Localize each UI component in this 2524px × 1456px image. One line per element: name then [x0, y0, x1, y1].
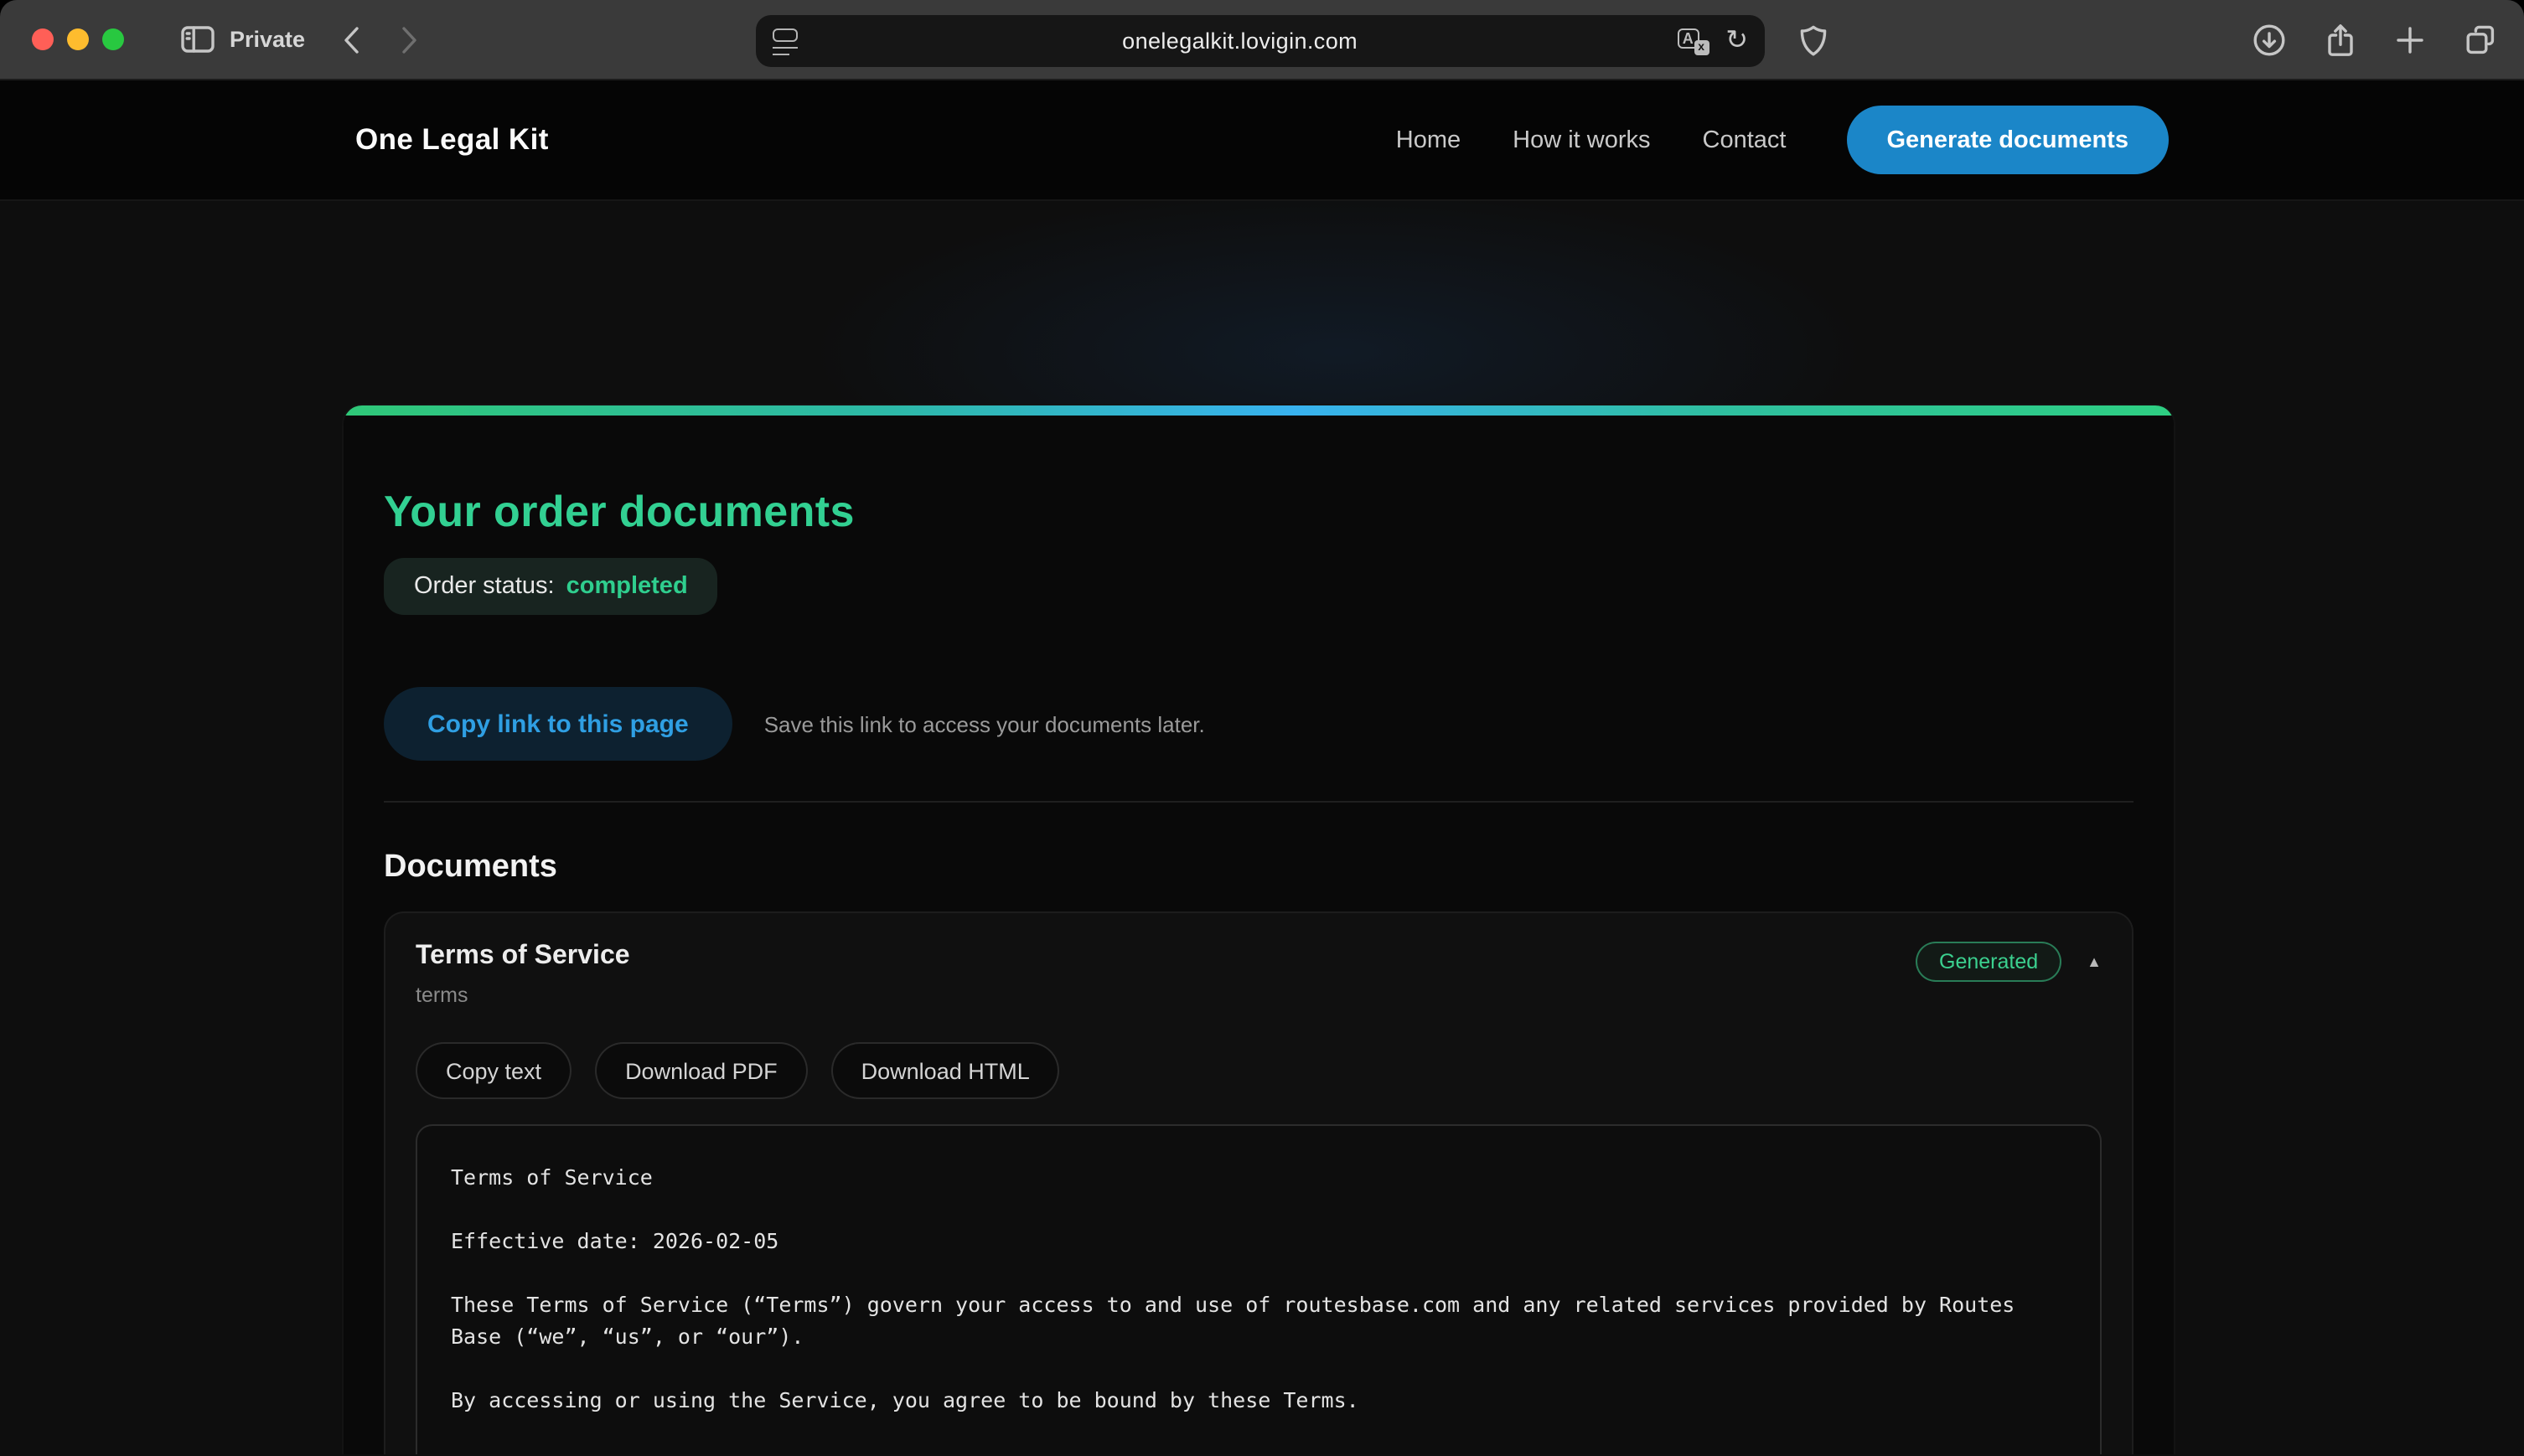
order-documents-card: Your order documents Order status: compl…: [342, 404, 2175, 1454]
browser-toolbar: Private onelegalkit.lovigin.com Ax ↻: [0, 0, 2524, 80]
private-mode-label: Private: [230, 27, 305, 52]
section-divider: [384, 801, 2134, 803]
download-html-button[interactable]: Download HTML: [831, 1042, 1060, 1099]
nav-link-how-it-works[interactable]: How it works: [1513, 126, 1650, 153]
document-text: Terms of Service Effective date: 2026-02…: [451, 1161, 2066, 1454]
copy-text-button[interactable]: Copy text: [416, 1042, 572, 1099]
download-pdf-button[interactable]: Download PDF: [595, 1042, 808, 1099]
privacy-shield-icon[interactable]: [1800, 25, 1827, 57]
sidebar-icon[interactable]: [181, 25, 215, 54]
translate-icon[interactable]: Ax: [1677, 28, 1709, 54]
nav-link-contact[interactable]: Contact: [1703, 126, 1787, 153]
copy-link-hint: Save this link to access your documents …: [764, 711, 1205, 736]
page-settings-icon[interactable]: [773, 28, 803, 54]
browser-window: Private onelegalkit.lovigin.com Ax ↻: [0, 0, 2524, 1456]
order-status-label: Order status:: [414, 573, 555, 600]
copy-link-button[interactable]: Copy link to this page: [384, 687, 732, 761]
document-text-panel[interactable]: Terms of Service Effective date: 2026-02…: [416, 1124, 2102, 1454]
card-gradient-bar: [344, 405, 2174, 416]
window-controls: [32, 28, 124, 50]
close-window-button[interactable]: [32, 28, 54, 50]
zoom-window-button[interactable]: [102, 28, 124, 50]
page-title: Your order documents: [384, 486, 2134, 538]
nav-link-home[interactable]: Home: [1396, 126, 1461, 153]
reload-icon[interactable]: ↻: [1725, 28, 1748, 54]
share-icon[interactable]: [2325, 23, 2356, 58]
order-status-value: completed: [566, 573, 688, 600]
back-icon[interactable]: [342, 24, 360, 54]
minimize-window-button[interactable]: [67, 28, 89, 50]
forward-icon: [401, 24, 419, 54]
downloads-icon[interactable]: [2252, 23, 2286, 57]
generated-status-badge: Generated: [1916, 942, 2061, 982]
document-card-terms: Terms of Service terms Generated ▲ Copy …: [384, 911, 2134, 1454]
web-page: One Legal Kit Home How it works Contact …: [0, 80, 2524, 1454]
documents-heading: Documents: [384, 849, 2134, 886]
brand-logo[interactable]: One Legal Kit: [355, 122, 549, 157]
document-title: Terms of Service: [416, 942, 630, 972]
order-status-badge: Order status: completed: [384, 558, 718, 615]
generate-documents-button[interactable]: Generate documents: [1847, 106, 2170, 174]
page-main: Your order documents Order status: compl…: [0, 201, 2524, 1454]
document-slug: terms: [416, 984, 630, 1007]
main-nav: Home How it works Contact Generate docum…: [1396, 106, 2169, 174]
new-tab-icon[interactable]: [2395, 25, 2425, 55]
address-bar[interactable]: onelegalkit.lovigin.com Ax ↻: [756, 15, 1765, 67]
collapse-caret-icon[interactable]: ▲: [2087, 953, 2102, 970]
tab-overview-icon[interactable]: [2464, 23, 2497, 57]
site-header: One Legal Kit Home How it works Contact …: [0, 80, 2524, 201]
url-text[interactable]: onelegalkit.lovigin.com: [803, 28, 1677, 54]
